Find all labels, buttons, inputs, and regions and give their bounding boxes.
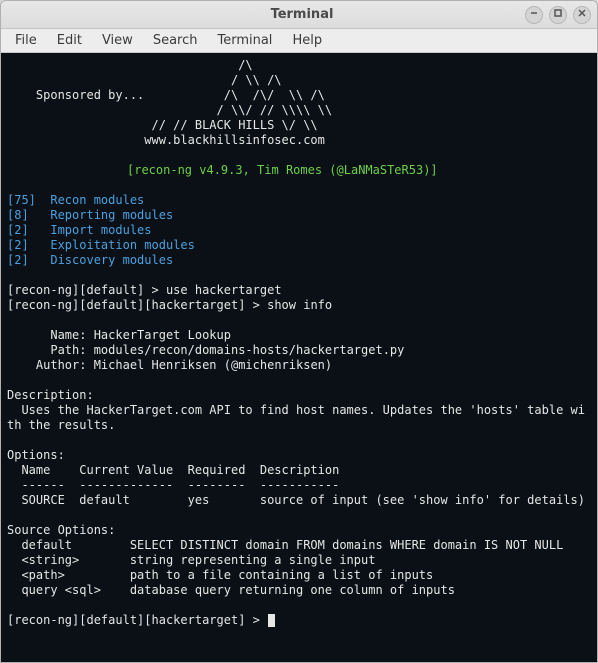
titlebar: Terminal <box>1 1 597 29</box>
user-command: show info <box>267 298 332 312</box>
prompt: [recon-ng][default][hackertarget] > <box>7 298 267 312</box>
options-separator: ------ ------------- -------- ----------… <box>7 478 339 492</box>
menu-view[interactable]: View <box>92 30 143 51</box>
source-option-row: <string> string representing a single in… <box>7 553 375 567</box>
source-option-row: query <sql> database query returning one… <box>7 583 455 597</box>
maximize-icon <box>553 8 563 21</box>
close-button[interactable] <box>573 6 591 24</box>
menu-help[interactable]: Help <box>282 30 332 51</box>
minimize-icon <box>529 8 539 21</box>
menu-edit[interactable]: Edit <box>47 30 92 51</box>
source-option-row: default SELECT DISTINCT domain FROM doma… <box>7 538 563 552</box>
module-count: [75] <box>7 193 36 207</box>
menu-file[interactable]: File <box>5 30 47 51</box>
ascii-line: / \\ /\ <box>7 73 282 87</box>
minimize-button[interactable] <box>525 6 543 24</box>
close-icon <box>577 8 587 21</box>
prompt: [recon-ng][default][hackertarget] > <box>7 613 267 627</box>
module-count: [2] <box>7 253 29 267</box>
description-body: Uses the HackerTarget.com API to find ho… <box>7 403 585 432</box>
window-title: Terminal <box>79 7 525 22</box>
cursor-block <box>268 614 275 627</box>
menu-terminal[interactable]: Terminal <box>207 30 282 51</box>
options-columns: Name Current Value Required Description <box>7 463 339 477</box>
options-row: SOURCE default yes source of input (see … <box>7 493 585 507</box>
source-options-header: Source Options: <box>7 523 115 537</box>
user-command: use hackertarget <box>166 283 282 297</box>
prompt: [recon-ng][default] > <box>7 283 166 297</box>
menu-search[interactable]: Search <box>143 30 208 51</box>
source-option-row: <path> path to a file containing a list … <box>7 568 433 582</box>
ascii-line: / \\/ // \\\\ \\ <box>7 103 332 117</box>
module-label: Discovery modules <box>29 253 174 267</box>
module-count: [2] <box>7 223 29 237</box>
description-header: Description: <box>7 388 94 402</box>
options-header: Options: <box>7 448 65 462</box>
banner-line: [recon-ng v4.9.3, Tim Romes (@LaNMaSTeR5… <box>7 163 438 177</box>
menubar: File Edit View Search Terminal Help <box>1 29 597 53</box>
ascii-line: // // BLACK HILLS \/ \\ <box>7 118 318 132</box>
window-controls <box>525 6 591 24</box>
module-label: Reporting modules <box>29 208 174 222</box>
module-label: Recon modules <box>36 193 144 207</box>
info-path-label: Path: <box>7 343 94 357</box>
info-author-value: Michael Henriksen (@michenriksen) <box>94 358 332 372</box>
terminal-window: Terminal File Edit View Search Ter <box>0 0 598 663</box>
module-label: Exploitation modules <box>29 238 195 252</box>
maximize-button[interactable] <box>549 6 567 24</box>
module-count: [2] <box>7 238 29 252</box>
module-label: Import modules <box>29 223 152 237</box>
ascii-line: /\ <box>7 58 253 72</box>
info-name-value: HackerTarget Lookup <box>94 328 231 342</box>
info-name-label: Name: <box>7 328 94 342</box>
info-author-label: Author: <box>7 358 94 372</box>
module-count: [8] <box>7 208 29 222</box>
ascii-line: www.blackhillsinfosec.com <box>7 133 325 147</box>
ascii-line: Sponsored by... /\ /\/ \\ /\ <box>7 88 325 102</box>
info-path-value: modules/recon/domains-hosts/hackertarget… <box>94 343 405 357</box>
terminal-output[interactable]: /\ / \\ /\ Sponsored by... /\ /\/ \\ /\ … <box>1 53 597 662</box>
